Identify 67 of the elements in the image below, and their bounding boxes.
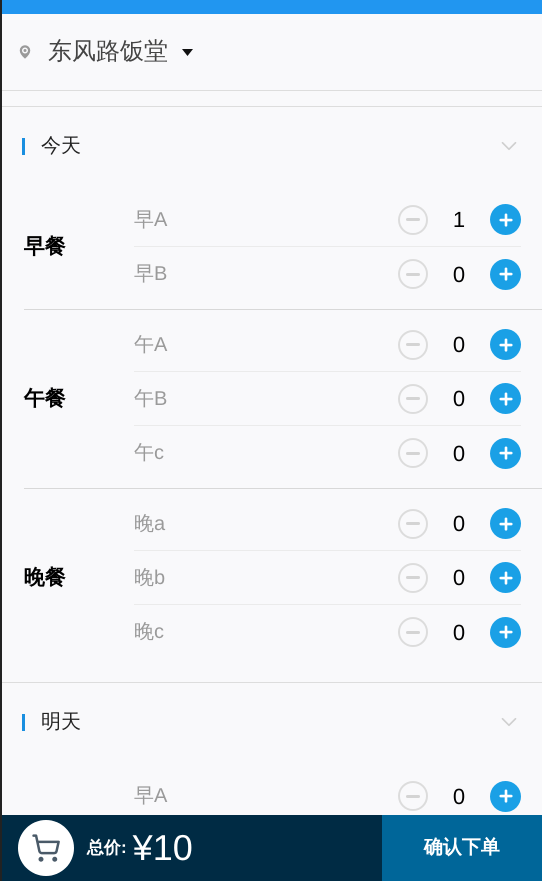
minus-icon	[406, 452, 420, 454]
meal-label: 早餐	[24, 235, 66, 258]
quantity: 0	[452, 440, 466, 468]
quantity: 0	[452, 331, 466, 359]
minus-icon	[406, 576, 420, 579]
plus-icon	[496, 390, 514, 408]
quantity: 0	[452, 260, 466, 288]
quantity: 0	[452, 385, 466, 413]
location-selector[interactable]: 东风路饭堂	[48, 34, 193, 70]
caret-icon	[182, 48, 193, 56]
minus-icon	[406, 272, 420, 276]
minus-icon	[406, 522, 420, 525]
plus-icon	[496, 444, 514, 462]
increase-button[interactable]	[490, 508, 521, 539]
plus-icon	[496, 265, 514, 283]
quantity: 0	[452, 782, 466, 810]
plus-icon	[496, 210, 514, 228]
decrease-button[interactable]	[398, 617, 428, 647]
increase-button[interactable]	[490, 780, 521, 812]
minus-icon	[406, 630, 420, 634]
total-label: 总价:	[87, 837, 127, 860]
decrease-button[interactable]	[398, 384, 428, 414]
increase-button[interactable]	[490, 616, 521, 648]
day-title: 明天	[41, 710, 82, 735]
total-price: ¥10	[132, 826, 193, 870]
plus-icon	[496, 514, 514, 532]
decrease-button[interactable]	[398, 204, 428, 234]
minus-icon	[406, 794, 420, 798]
dish-name: 午c	[134, 441, 165, 466]
minus-icon	[406, 218, 420, 221]
increase-button[interactable]	[490, 258, 521, 290]
minus-icon	[406, 397, 420, 400]
section-marker	[22, 714, 25, 730]
plus-icon	[496, 336, 514, 354]
decrease-button[interactable]	[398, 330, 428, 360]
quantity: 0	[452, 564, 466, 592]
decrease-button[interactable]	[398, 438, 428, 468]
dish-name: 午A	[134, 332, 168, 358]
quantity: 0	[452, 618, 466, 646]
quantity: 0	[452, 510, 466, 538]
dish-name: 早B	[134, 262, 168, 287]
dish-name: 午B	[134, 386, 168, 412]
decrease-button[interactable]	[398, 562, 428, 592]
increase-button[interactable]	[490, 562, 521, 593]
minus-icon	[406, 343, 420, 346]
section-marker	[22, 138, 25, 154]
dish-name: 晚b	[134, 566, 166, 590]
increase-button[interactable]	[490, 438, 521, 468]
increase-button[interactable]	[490, 204, 521, 235]
meal-label: 晚餐	[24, 566, 66, 590]
dish-name: 早A	[134, 208, 168, 232]
cart-icon	[31, 833, 61, 863]
confirm-order-button[interactable]: 确认下单	[382, 815, 542, 881]
quantity: 1	[452, 206, 466, 234]
plus-icon	[496, 787, 514, 805]
meal-label: 午餐	[24, 387, 66, 410]
plus-icon	[496, 623, 514, 641]
increase-button[interactable]	[490, 329, 521, 360]
decrease-button[interactable]	[398, 508, 428, 538]
day-title: 今天	[41, 134, 82, 159]
decrease-button[interactable]	[398, 781, 428, 811]
dish-name: 晚a	[134, 512, 166, 536]
dish-name: 早A	[134, 784, 168, 809]
plus-icon	[496, 568, 514, 586]
dish-name: 晚c	[134, 620, 165, 645]
decrease-button[interactable]	[398, 259, 428, 289]
increase-button[interactable]	[490, 383, 521, 414]
